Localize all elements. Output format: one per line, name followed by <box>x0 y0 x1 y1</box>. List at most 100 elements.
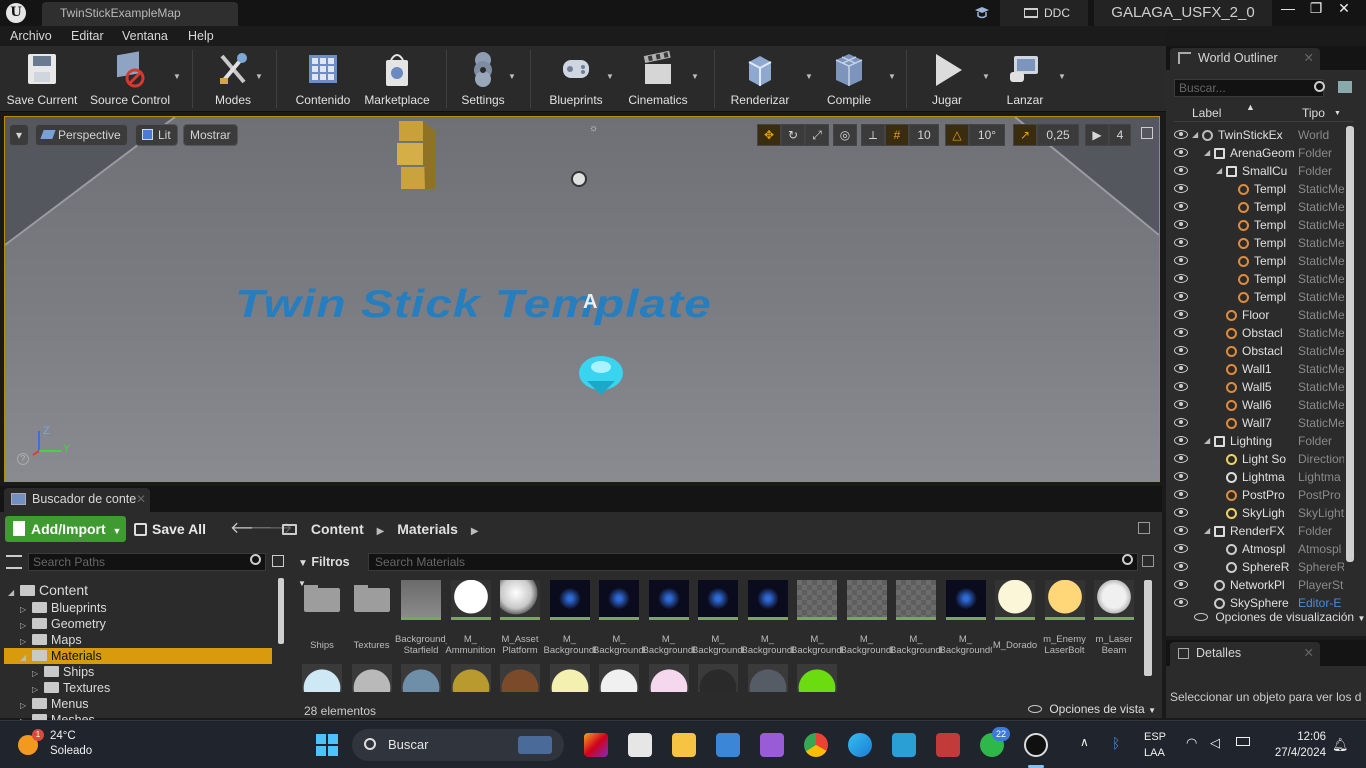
menu-ventana[interactable]: Ventana <box>122 29 168 43</box>
settings-dropdown-icon[interactable]: ▼ <box>508 72 518 81</box>
tray-overflow-icon[interactable]: ∧ <box>1080 735 1089 749</box>
content-button[interactable]: Contenido <box>292 50 354 107</box>
cinematics-dropdown-icon[interactable]: ▼ <box>691 72 701 81</box>
folder-tile[interactable]: Ships <box>300 580 344 651</box>
outliner-row[interactable]: Templ StaticMe <box>1170 216 1346 234</box>
launch-button[interactable]: Lanzar <box>1000 50 1050 107</box>
scale-snap-icon[interactable]: ↗ <box>1013 124 1037 146</box>
outliner-scrollbar[interactable] <box>1346 126 1354 562</box>
system-clock[interactable]: 12:06 27/4/2024 <box>1266 729 1326 761</box>
search-icon[interactable] <box>250 554 261 565</box>
visibility-eye-icon[interactable] <box>1174 202 1188 211</box>
rotate-tool-icon[interactable]: ↻ <box>781 124 805 146</box>
add-import-button[interactable]: Add/Import ▼ <box>5 516 126 542</box>
material-tile[interactable]: M_ Background0 <box>544 580 596 656</box>
winrar-icon[interactable] <box>936 733 960 757</box>
scale-tool-icon[interactable]: ⤢ <box>805 124 829 146</box>
learn-icon[interactable] <box>974 6 990 20</box>
expanded-arrow-icon[interactable]: ◢ <box>1204 432 1210 450</box>
ddc-button[interactable]: DDC <box>1000 0 1088 26</box>
player-ship[interactable] <box>577 353 625 397</box>
outliner-row[interactable]: ◢ TwinStickEx World <box>1170 126 1346 144</box>
outliner-row[interactable]: Lightma Lightma <box>1170 468 1346 486</box>
folder-tile[interactable]: Textures <box>350 580 394 651</box>
material-thumbnail[interactable] <box>450 664 491 692</box>
outliner-row[interactable]: Templ StaticMe <box>1170 288 1346 306</box>
chevron-down-icon[interactable]: ▼ <box>1334 110 1341 117</box>
modes-dropdown-icon[interactable]: ▼ <box>255 72 265 81</box>
assets-scrollbar[interactable] <box>1144 580 1152 676</box>
outliner-search-input[interactable]: Buscar... <box>1174 79 1324 97</box>
material-tile[interactable]: M_Asset Platform <box>498 580 542 656</box>
visual-studio-icon[interactable] <box>760 733 784 757</box>
lit-button[interactable]: Lit <box>135 124 178 146</box>
grid-snap-value[interactable]: 10 <box>909 124 939 146</box>
material-tile[interactable]: M_Background04 <box>692 580 744 656</box>
tree-item[interactable]: ▷ Geometry <box>4 616 272 632</box>
material-thumbnail[interactable] <box>351 664 392 692</box>
paths-options-icon[interactable] <box>272 555 284 567</box>
language-indicator[interactable]: ESP LAA <box>1144 729 1166 761</box>
launch-dropdown-icon[interactable]: ▼ <box>1058 72 1068 81</box>
visibility-eye-icon[interactable] <box>1174 454 1188 463</box>
visibility-eye-icon[interactable] <box>1174 400 1188 409</box>
outliner-row[interactable]: Templ StaticMe <box>1170 252 1346 270</box>
visibility-eye-icon[interactable] <box>1174 418 1188 427</box>
sort-ascending-icon[interactable]: ▲ <box>1246 102 1255 112</box>
visibility-eye-icon[interactable] <box>1174 526 1188 535</box>
visibility-eye-icon[interactable] <box>1174 292 1188 301</box>
outliner-row[interactable]: ◢ ArenaGeom Folder <box>1170 144 1346 162</box>
outliner-row[interactable]: Floor StaticMe <box>1170 306 1346 324</box>
save-all-button[interactable]: Save All <box>134 516 206 542</box>
blueprints-button[interactable]: Blueprints <box>546 50 606 107</box>
tree-item[interactable]: ◢ Materials <box>4 648 272 664</box>
visibility-eye-icon[interactable] <box>1174 544 1188 553</box>
visibility-eye-icon[interactable] <box>1174 580 1188 589</box>
material-tile[interactable]: M_Background09 <box>940 580 992 656</box>
outliner-row[interactable]: Obstacl StaticMe <box>1170 324 1346 342</box>
visibility-eye-icon[interactable] <box>1174 238 1188 247</box>
outliner-row[interactable]: ◢ Lighting Folder <box>1170 432 1346 450</box>
world-outliner-tab[interactable]: World Outliner ✕ <box>1170 48 1320 70</box>
visibility-eye-icon[interactable] <box>1174 184 1188 193</box>
settings-button[interactable]: Settings <box>458 50 508 107</box>
menu-editar[interactable]: Editar <box>71 29 104 43</box>
sources-toggle-icon[interactable] <box>6 555 22 569</box>
play-dropdown-icon[interactable]: ▼ <box>982 72 992 81</box>
outliner-row[interactable]: Obstacl StaticMe <box>1170 342 1346 360</box>
file-explorer-icon[interactable] <box>672 733 696 757</box>
material-thumbnail[interactable] <box>500 664 540 692</box>
outliner-row[interactable]: Templ StaticMe <box>1170 234 1346 252</box>
task-view-icon[interactable] <box>628 733 652 757</box>
minimize-button[interactable]: — <box>1274 0 1302 18</box>
translate-tool-icon[interactable]: ✥ <box>757 124 781 146</box>
unreal-engine-icon[interactable] <box>1024 733 1048 757</box>
material-thumbnail[interactable] <box>302 664 342 692</box>
visibility-eye-icon[interactable] <box>1174 364 1188 373</box>
perspective-button[interactable]: Perspective <box>35 124 128 146</box>
outliner-row[interactable]: NetworkPl PlayerSt <box>1170 576 1346 594</box>
marketplace-button[interactable]: Marketplace <box>362 50 432 107</box>
outliner-row[interactable]: Templ StaticMe <box>1170 198 1346 216</box>
rotation-snap-icon[interactable]: △ <box>945 124 969 146</box>
breadcrumb-separator-icon[interactable]: ▶ <box>377 526 385 537</box>
compile-dropdown-icon[interactable]: ▼ <box>888 72 898 81</box>
visibility-eye-icon[interactable] <box>1174 166 1188 175</box>
weather-widget[interactable]: 1 24°C Soleado <box>18 729 92 759</box>
material-thumbnail[interactable] <box>747 664 788 692</box>
level-viewport[interactable]: ☼ Twin Stick Template A ▾ Perspective Li… <box>4 116 1160 482</box>
material-tile[interactable]: M_ Ammunition <box>445 580 496 656</box>
search-icon[interactable] <box>1314 81 1325 92</box>
material-tile[interactable]: M_Background07 <box>841 580 893 656</box>
outliner-row[interactable]: Wall7 StaticMe <box>1170 414 1346 432</box>
close-button[interactable]: ✕ <box>1330 0 1358 18</box>
expanded-arrow-icon[interactable]: ◢ <box>1204 522 1210 540</box>
search-materials-input[interactable]: Search Materials <box>368 553 1138 571</box>
expanded-arrow-icon[interactable]: ◢ <box>1216 162 1222 180</box>
material-thumbnail[interactable] <box>549 664 590 692</box>
outliner-row[interactable]: SphereR SphereR <box>1170 558 1346 576</box>
viewport-options-button[interactable]: ▾ <box>9 124 29 146</box>
material-tile[interactable]: m_Enemy LaserBolt <box>1043 580 1087 656</box>
material-thumbnail[interactable] <box>698 664 738 692</box>
outliner-row[interactable]: Templ StaticMe <box>1170 270 1346 288</box>
